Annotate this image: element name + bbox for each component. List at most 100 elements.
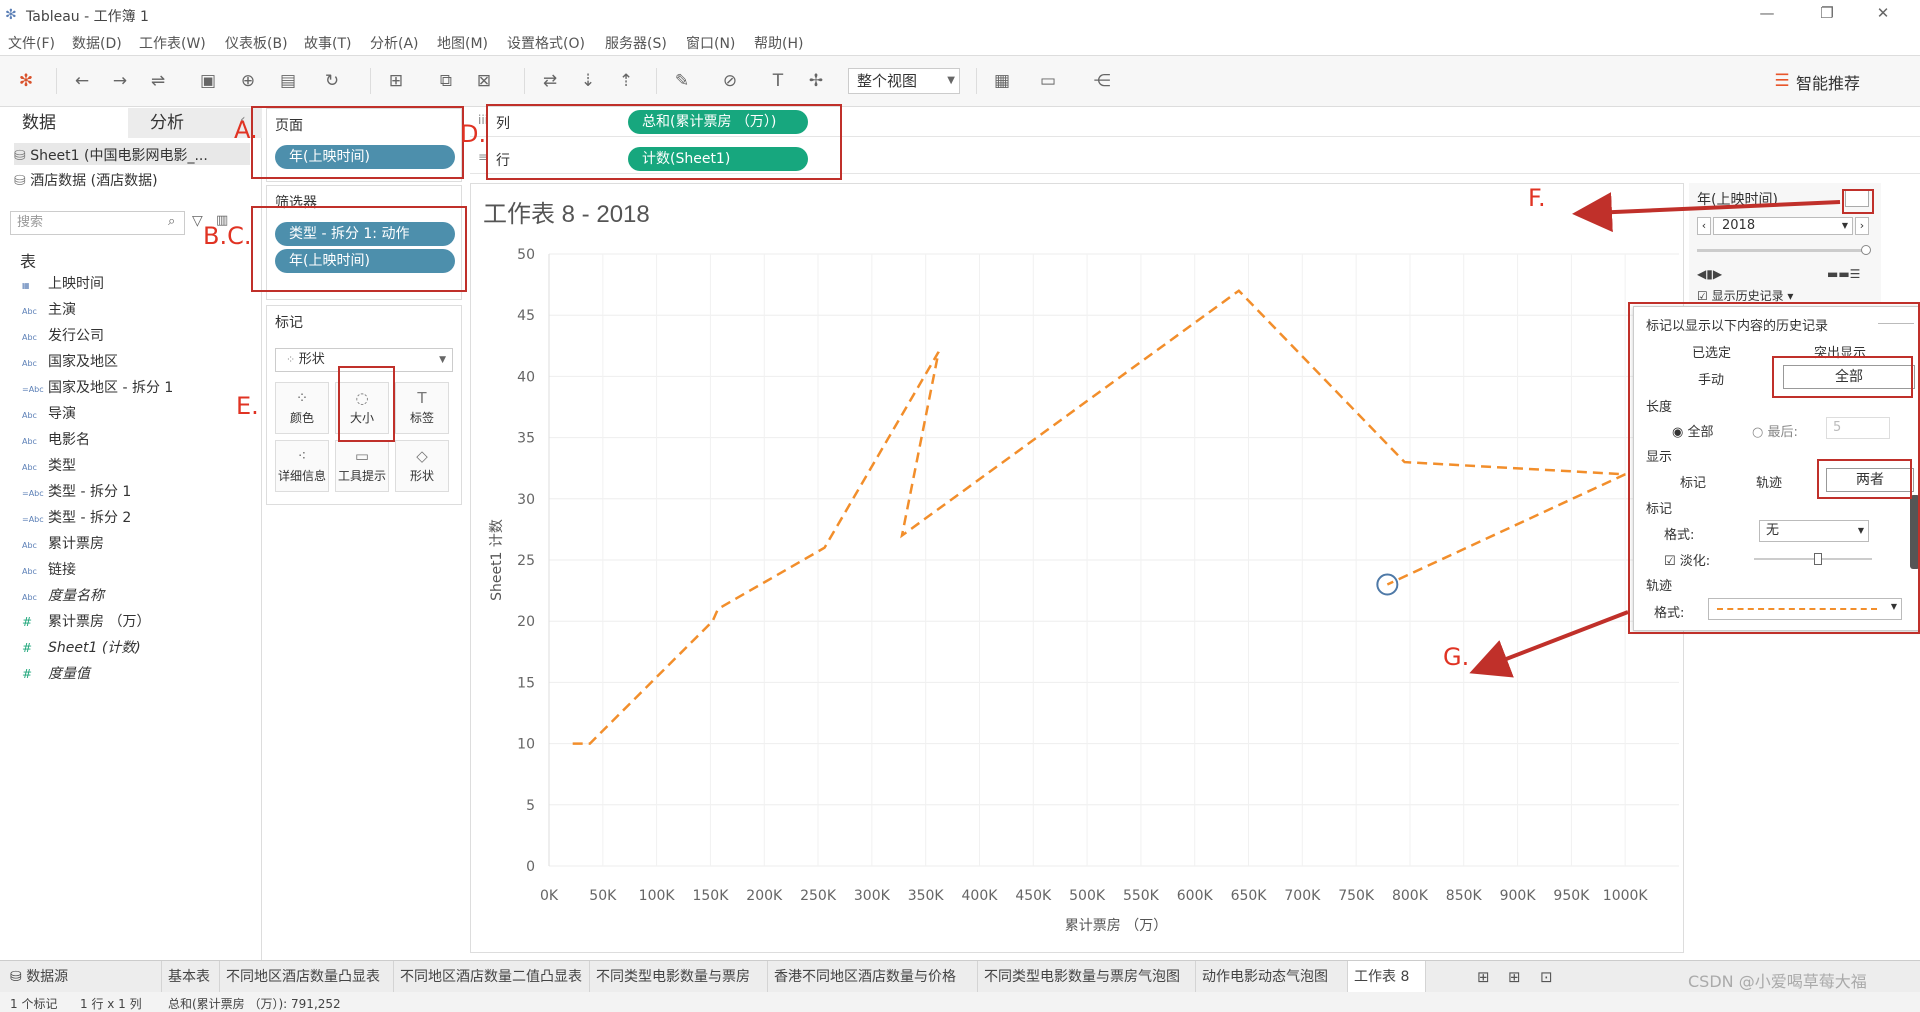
field-name: 国家及地区 - 拆分 1: [48, 380, 174, 396]
new-sheet-icon[interactable]: ⊞: [384, 69, 408, 93]
redo-icon[interactable]: →: [108, 69, 132, 93]
menu-dashboard[interactable]: 仪表板(B): [225, 33, 288, 53]
trail-line[interactable]: [572, 289, 1626, 745]
page-slider-thumb[interactable]: [1861, 245, 1871, 255]
field-item[interactable]: Abc 电影名: [22, 428, 90, 452]
window-title: Tableau - 工作簿 1: [26, 9, 149, 25]
tab-data[interactable]: 数据: [0, 108, 128, 138]
next-page-button[interactable]: ›: [1855, 217, 1869, 235]
menu-server[interactable]: 服务器(S): [605, 33, 667, 53]
swap-axes-icon[interactable]: ⇄: [538, 69, 562, 93]
mark-button[interactable]: ⁖ 详细信息: [275, 440, 329, 492]
menu-help[interactable]: 帮助(H): [754, 33, 803, 53]
sheet-tab[interactable]: 不同地区酒店数量凸显表: [220, 961, 394, 993]
new-dashboard-icon[interactable]: ⊞: [1508, 968, 1521, 986]
field-item[interactable]: Abc 类型: [22, 454, 76, 478]
show-labels-icon[interactable]: T: [766, 69, 790, 93]
minimize-button[interactable]: —: [1752, 4, 1782, 26]
show-cards-icon[interactable]: ▦: [990, 69, 1014, 93]
menu-window[interactable]: 窗口(N): [686, 33, 735, 53]
sort-descending-icon[interactable]: ⇡: [614, 69, 638, 93]
fix-axes-icon[interactable]: ✢: [804, 69, 828, 93]
datasource-sheet1[interactable]: ⛁ Sheet1 (中国电影网电影_...: [14, 145, 208, 165]
mark-button[interactable]: ◇ 形状: [395, 440, 449, 492]
save-icon[interactable]: ▣: [196, 69, 220, 93]
chevron-down-icon: ▼: [1841, 221, 1848, 230]
dimension-field-icon: Abc: [22, 463, 37, 472]
share-icon[interactable]: ⋲: [1090, 69, 1114, 93]
sheet-tab[interactable]: 基本表: [162, 961, 220, 993]
datasource-tab-icon: ⛁: [10, 969, 27, 985]
highlight-icon[interactable]: ✎: [670, 69, 694, 93]
menu-analysis[interactable]: 分析(A): [370, 33, 419, 53]
field-item[interactable]: ▦ 上映时间: [22, 272, 104, 296]
field-item[interactable]: # 累计票房 （万）: [22, 610, 150, 634]
field-item[interactable]: Abc 主演: [22, 298, 76, 322]
restore-button[interactable]: ❐: [1812, 4, 1842, 26]
replace-data-icon[interactable]: ⇌: [146, 69, 170, 93]
presentation-mode-icon[interactable]: ▭: [1036, 69, 1060, 93]
dimension-field-icon: Abc: [22, 333, 37, 342]
speed-controls[interactable]: ▬▬☰: [1827, 267, 1860, 281]
playback-controls[interactable]: ◀▮▶: [1697, 267, 1722, 281]
duplicate-sheet-icon[interactable]: ⧉: [434, 69, 458, 93]
y-axis-label: Sheet1 计数: [489, 519, 505, 601]
new-datasource-icon[interactable]: ⊕: [236, 69, 260, 93]
tab-datasource[interactable]: ⛁ 数据源: [0, 961, 162, 993]
shape-small-icon: ⁘: [286, 353, 299, 366]
line-chart[interactable]: 工作表 8 - 2018051015202530354045500K 50K 100…: [471, 184, 1685, 954]
dimension-field-icon: Abc: [22, 411, 37, 420]
field-item[interactable]: # Sheet1 (计数): [22, 636, 141, 660]
toolbar-divider: [656, 68, 657, 94]
menu-data[interactable]: 数据(D): [72, 33, 122, 53]
menu-map[interactable]: 地图(M): [437, 33, 488, 53]
fit-view-select[interactable]: 整个视图 ▼: [848, 68, 960, 94]
refresh-icon[interactable]: ↻: [320, 69, 344, 93]
datasource-hotel[interactable]: ⛁ 酒店数据 (酒店数据): [14, 170, 158, 190]
undo-icon[interactable]: ←: [70, 69, 94, 93]
mark-button[interactable]: ⁘ 颜色: [275, 382, 329, 434]
menu-worksheet[interactable]: 工作表(W): [139, 33, 206, 53]
menu-story[interactable]: 故事(T): [304, 33, 351, 53]
menu-file[interactable]: 文件(F): [8, 33, 55, 53]
sheet-tab[interactable]: 不同类型电影数量与票房: [590, 961, 768, 993]
sort-ascending-icon[interactable]: ⇣: [576, 69, 600, 93]
field-item[interactable]: =Abc 类型 - 拆分 2: [22, 506, 131, 530]
group-icon[interactable]: ⊘: [718, 69, 742, 93]
field-item[interactable]: Abc 度量名称: [22, 584, 104, 608]
field-item[interactable]: Abc 链接: [22, 558, 76, 582]
menu-format[interactable]: 设置格式(O): [507, 33, 585, 53]
field-item[interactable]: Abc 发行公司: [22, 324, 104, 348]
previous-page-button[interactable]: ‹: [1697, 217, 1711, 235]
pause-update-icon[interactable]: ▤: [276, 69, 300, 93]
field-name: 度量名称: [48, 588, 104, 604]
field-item[interactable]: # 度量值: [22, 662, 90, 686]
new-worksheet-icon[interactable]: ⊞: [1477, 968, 1490, 986]
filter-icon[interactable]: ▽: [192, 213, 203, 229]
mark-button[interactable]: T 标签: [395, 382, 449, 434]
tableau-home-icon[interactable]: ✻: [14, 69, 38, 93]
smart-recommend-button[interactable]: 智能推荐: [1796, 70, 1860, 94]
mark-button[interactable]: ▭ 工具提示: [335, 440, 389, 492]
page-slider[interactable]: [1697, 249, 1867, 252]
current-mark[interactable]: [1376, 573, 1399, 596]
field-item[interactable]: Abc 国家及地区: [22, 350, 118, 374]
field-item[interactable]: =Abc 国家及地区 - 拆分 1: [22, 376, 173, 400]
close-button[interactable]: ✕: [1868, 4, 1898, 26]
smart-recommend-icon[interactable]: ☰: [1770, 69, 1794, 93]
field-item[interactable]: =Abc 类型 - 拆分 1: [22, 480, 131, 504]
sheet-tab[interactable]: 工作表 8: [1348, 961, 1426, 993]
page-select[interactable]: 2018 ▼: [1713, 217, 1853, 235]
clear-sheet-icon[interactable]: ⊠: [472, 69, 496, 93]
y-tick-label: 50: [517, 247, 535, 263]
field-item[interactable]: Abc 累计票房: [22, 532, 104, 556]
sheet-tab[interactable]: 香港不同地区酒店数量与价格: [768, 961, 978, 993]
sheet-tab[interactable]: 动作电影动态气泡图: [1196, 961, 1348, 993]
sheet-tab[interactable]: 不同类型电影数量与票房气泡图: [978, 961, 1196, 993]
sheet-tab[interactable]: 不同地区酒店数量二值凸显表: [394, 961, 590, 993]
field-item[interactable]: Abc 导演: [22, 402, 76, 426]
label-icon: T: [417, 389, 427, 407]
search-input[interactable]: 搜索: [10, 211, 185, 235]
new-story-icon[interactable]: ⊡: [1540, 968, 1553, 986]
toolbar-divider: [56, 68, 57, 94]
